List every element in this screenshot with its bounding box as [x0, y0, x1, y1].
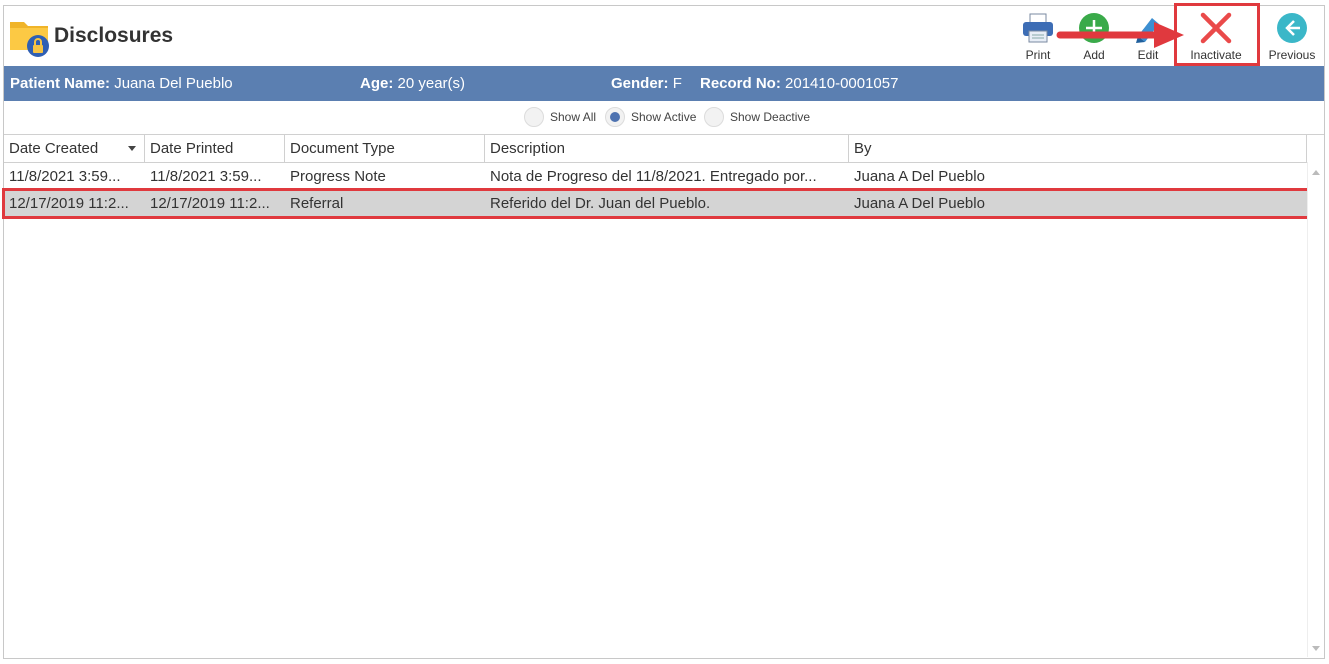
patient-record-no: Record No: 201410-0001057 [700, 75, 899, 92]
patient-info-bar: Patient Name: Juana Del Pueblo Age: 20 y… [4, 66, 1324, 101]
selected-row-highlight-box [2, 188, 1310, 219]
print-label: Print [1025, 48, 1051, 62]
cell-date-printed: 11/8/2021 3:59... [150, 168, 262, 185]
column-header-by[interactable]: By [849, 135, 1307, 162]
show-all-label: Show All [550, 110, 597, 124]
scroll-down-icon[interactable] [1312, 646, 1320, 651]
status-filter-group: Show All Show Active Show Deactive [4, 105, 1324, 129]
annotation-arrow-icon [1056, 22, 1184, 48]
show-active-radio[interactable]: Show Active [605, 105, 696, 129]
scroll-up-icon[interactable] [1312, 170, 1320, 175]
table-row[interactable]: 11/8/2021 3:59... 11/8/2021 3:59... Prog… [4, 163, 1307, 190]
column-header-date-printed[interactable]: Date Printed [145, 135, 285, 162]
show-active-label: Show Active [631, 110, 697, 124]
grid-header: Date Created Date Printed Document Type … [4, 135, 1307, 163]
cell-date-created: 11/8/2021 3:59... [9, 168, 121, 185]
show-deactive-label: Show Deactive [730, 110, 811, 124]
radio-icon [704, 107, 724, 127]
cell-by: Juana A Del Pueblo [854, 168, 985, 185]
previous-label: Previous [1268, 48, 1316, 62]
vertical-scrollbar[interactable] [1307, 162, 1324, 657]
patient-gender: Gender: F [611, 75, 682, 92]
back-arrow-icon [1277, 13, 1307, 43]
patient-age: Age: 20 year(s) [360, 75, 466, 92]
column-header-description[interactable]: Description [485, 135, 849, 162]
sort-desc-icon [128, 146, 136, 151]
show-deactive-radio[interactable]: Show Deactive [704, 105, 810, 129]
cell-description: Nota de Progreso del 11/8/2021. Entregad… [490, 168, 817, 185]
column-header-date-created[interactable]: Date Created [4, 135, 145, 162]
radio-icon [524, 107, 544, 127]
disclosures-grid: Date Created Date Printed Document Type … [2, 134, 1324, 658]
disclosures-window: Disclosures Print Add Edit Inactivate Pr… [2, 3, 1325, 659]
locked-folder-icon [10, 22, 49, 57]
radio-selected-icon [605, 107, 625, 127]
printer-icon [1023, 13, 1053, 43]
page-title: Disclosures [54, 24, 174, 47]
print-button[interactable]: Print [1016, 6, 1060, 66]
patient-name: Patient Name: Juana Del Pueblo [10, 75, 233, 92]
show-all-radio[interactable]: Show All [524, 105, 596, 129]
previous-button[interactable]: Previous [1264, 6, 1320, 66]
column-header-document-type[interactable]: Document Type [285, 135, 485, 162]
cell-document-type: Progress Note [290, 168, 386, 185]
